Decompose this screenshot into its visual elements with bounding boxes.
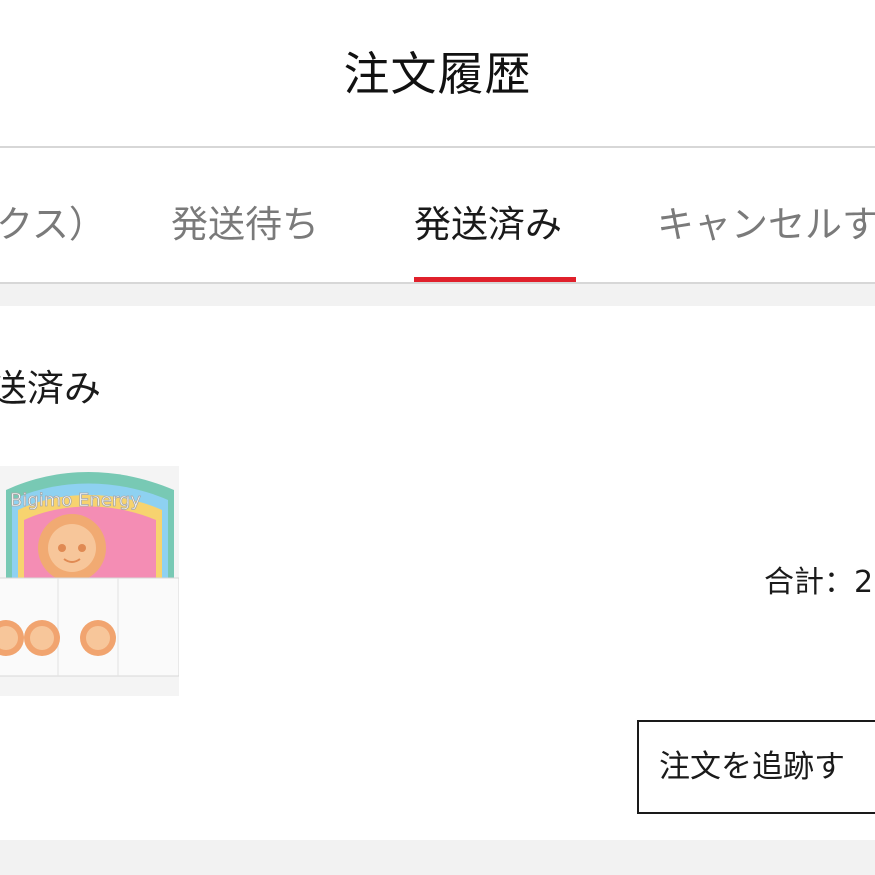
tab-shipped[interactable]: 発送済み [414,202,562,248]
page-title: 注文履歴 [343,47,532,101]
order-total: 合計：2 [764,565,874,600]
tab-cancelled[interactable]: キャンセルす [657,202,875,248]
product-illustration: Bigimo Energy [0,466,179,696]
section-gap [0,284,875,306]
header: 注文履歴 [0,0,875,146]
product-image[interactable]: Bigimo Energy [0,466,179,696]
order-status-tabs: クス） 発送待ち 発送済み キャンセルす [0,148,875,282]
order-card: 送済み Bigimo Energy 合計：2 注文を追跡す [0,306,875,840]
track-order-button[interactable]: 注文を追跡す [637,720,875,814]
track-order-label: 注文を追跡す [659,749,845,785]
order-status: 送済み [0,367,101,410]
section-gap-bottom [0,840,875,875]
product-brand-text: Bigimo Energy [10,490,141,511]
tab-awaiting-shipment[interactable]: 発送待ち [171,202,319,248]
tab-previous[interactable]: クス） [0,202,106,248]
